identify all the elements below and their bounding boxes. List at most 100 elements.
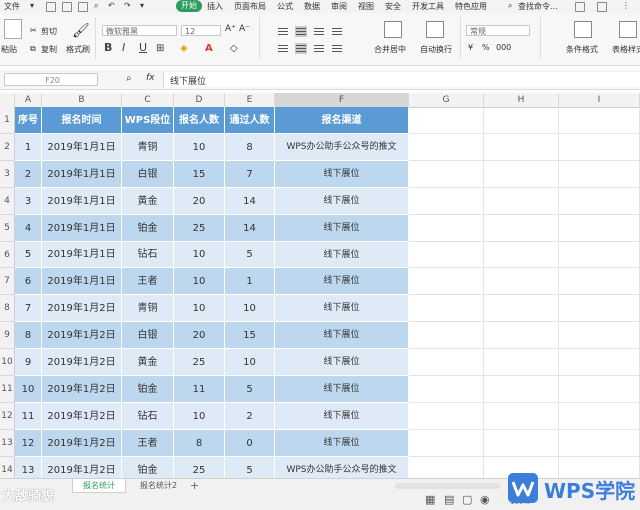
table-cell-f[interactable]: 线下展位 xyxy=(275,376,409,403)
empty-cell[interactable] xyxy=(559,107,640,134)
empty-cell[interactable] xyxy=(559,134,640,161)
empty-cell[interactable] xyxy=(559,215,640,242)
row-header[interactable]: 8 xyxy=(0,295,15,322)
undo-icon[interactable]: ↶ xyxy=(108,1,115,10)
empty-cell[interactable] xyxy=(559,322,640,349)
empty-cell[interactable] xyxy=(484,188,559,215)
table-cell-f[interactable]: 线下展位 xyxy=(275,188,409,215)
page-layout-icon[interactable]: ▤ xyxy=(444,493,454,506)
format-painter-button[interactable]: 格式刷 xyxy=(66,44,90,55)
table-cell-b[interactable]: 2019年1月1日 xyxy=(42,188,122,215)
empty-cell[interactable] xyxy=(559,430,640,457)
empty-cell[interactable] xyxy=(559,188,640,215)
tab-review[interactable]: 审阅 xyxy=(331,1,347,12)
column-header-c[interactable]: C xyxy=(122,93,174,107)
table-cell-e[interactable]: 1 xyxy=(225,268,275,295)
font-size-select[interactable]: 12 xyxy=(181,25,221,36)
empty-cell[interactable] xyxy=(409,430,484,457)
table-cell-b[interactable]: 2019年1月1日 xyxy=(42,161,122,188)
align-middle-icon[interactable] xyxy=(295,26,307,37)
number-format-select[interactable]: 常规 xyxy=(466,25,530,36)
table-cell-d[interactable]: 10 xyxy=(174,268,225,295)
tab-developer[interactable]: 开发工具 xyxy=(412,1,444,12)
brush-icon[interactable]: 🖌 xyxy=(72,23,90,39)
empty-cell[interactable] xyxy=(409,457,484,478)
border-icon[interactable]: ⊞ xyxy=(156,43,164,54)
currency-icon[interactable]: ¥ xyxy=(468,43,473,52)
empty-cell[interactable] xyxy=(484,215,559,242)
table-cell-f[interactable]: 线下展位 xyxy=(275,268,409,295)
table-header-cell[interactable]: WPS段位 xyxy=(122,107,174,134)
save-icon[interactable] xyxy=(62,2,72,12)
tab-insert[interactable]: 插入 xyxy=(207,1,223,12)
empty-cell[interactable] xyxy=(484,134,559,161)
window-icon[interactable] xyxy=(597,2,607,12)
column-header-h[interactable]: H xyxy=(484,93,559,107)
new-doc-icon[interactable] xyxy=(46,2,56,12)
table-cell-d[interactable]: 10 xyxy=(174,295,225,322)
tab-formula[interactable]: 公式 xyxy=(277,1,293,12)
row-header[interactable]: 1 xyxy=(0,107,15,134)
table-cell-f[interactable]: 线下展位 xyxy=(275,295,409,322)
table-cell-b[interactable]: 2019年1月1日 xyxy=(42,134,122,161)
wrap-icon[interactable] xyxy=(426,21,444,38)
scissors-icon[interactable]: ✂ xyxy=(30,26,37,35)
row-header[interactable]: 9 xyxy=(0,322,15,349)
empty-cell[interactable] xyxy=(409,188,484,215)
table-cell-b[interactable]: 2019年1月2日 xyxy=(42,295,122,322)
command-search[interactable]: 查找命令... xyxy=(518,1,558,12)
empty-cell[interactable] xyxy=(484,295,559,322)
formula-input[interactable]: 线下展位 xyxy=(163,72,640,87)
table-cell-a[interactable]: 7 xyxy=(15,295,42,322)
font-name-select[interactable]: 微软雅黑 xyxy=(102,25,177,36)
table-cell-e[interactable]: 5 xyxy=(225,457,275,478)
table-style-button[interactable]: 表格样式 xyxy=(612,44,640,55)
row-header[interactable]: 2 xyxy=(0,134,15,161)
table-cell-e[interactable]: 7 xyxy=(225,161,275,188)
empty-cell[interactable] xyxy=(559,403,640,430)
sheet-tab-active[interactable]: 报名统计 xyxy=(72,479,126,493)
merge-center-button[interactable]: 合并居中 xyxy=(374,44,406,55)
empty-cell[interactable] xyxy=(409,242,484,268)
table-cell-f[interactable]: 线下展位 xyxy=(275,349,409,376)
table-cell-b[interactable]: 2019年1月1日 xyxy=(42,268,122,295)
table-cell-f[interactable]: WPS办公助手公众号的推文 xyxy=(275,134,409,161)
horizontal-scrollbar[interactable] xyxy=(395,483,500,489)
empty-cell[interactable] xyxy=(409,376,484,403)
redo-icon[interactable]: ↷ xyxy=(124,1,131,10)
copy-icon[interactable]: ⧉ xyxy=(30,44,36,54)
print-icon[interactable] xyxy=(78,2,88,12)
normal-view-icon[interactable]: ▦ xyxy=(425,493,435,506)
conditional-format-button[interactable]: 条件格式 xyxy=(566,44,598,55)
reading-mode-icon[interactable]: ◉ xyxy=(480,493,490,506)
table-cell-b[interactable]: 2019年1月2日 xyxy=(42,349,122,376)
empty-cell[interactable] xyxy=(409,268,484,295)
table-header-cell[interactable]: 通过人数 xyxy=(225,107,275,134)
table-cell-c[interactable]: 钻石 xyxy=(122,242,174,268)
underline-button[interactable]: U xyxy=(139,41,147,54)
table-cell-b[interactable]: 2019年1月1日 xyxy=(42,242,122,268)
empty-cell[interactable] xyxy=(484,403,559,430)
table-cell-a[interactable]: 9 xyxy=(15,349,42,376)
font-shrink-icon[interactable]: A⁻ xyxy=(239,24,250,34)
table-cell-b[interactable]: 2019年1月2日 xyxy=(42,403,122,430)
empty-cell[interactable] xyxy=(559,242,640,268)
table-cell-c[interactable]: 白银 xyxy=(122,322,174,349)
justify-icon[interactable] xyxy=(331,43,343,54)
table-cell-d[interactable]: 8 xyxy=(174,430,225,457)
row-header[interactable]: 4 xyxy=(0,188,15,215)
table-cell-f[interactable]: 线下展位 xyxy=(275,242,409,268)
preview-icon[interactable]: ⌕ xyxy=(94,1,98,11)
zoom-search-icon[interactable]: ⌕ xyxy=(126,73,132,84)
empty-cell[interactable] xyxy=(484,161,559,188)
table-cell-e[interactable]: 2 xyxy=(225,403,275,430)
table-header-cell[interactable]: 序号 xyxy=(15,107,42,134)
empty-cell[interactable] xyxy=(559,295,640,322)
table-cell-d[interactable]: 25 xyxy=(174,349,225,376)
empty-cell[interactable] xyxy=(484,430,559,457)
table-cell-f[interactable]: 线下展位 xyxy=(275,215,409,242)
table-cell-c[interactable]: 王者 xyxy=(122,268,174,295)
menu-file[interactable]: 文件 xyxy=(4,1,20,12)
table-cell-e[interactable]: 10 xyxy=(225,349,275,376)
column-header-f[interactable]: F xyxy=(275,93,409,107)
